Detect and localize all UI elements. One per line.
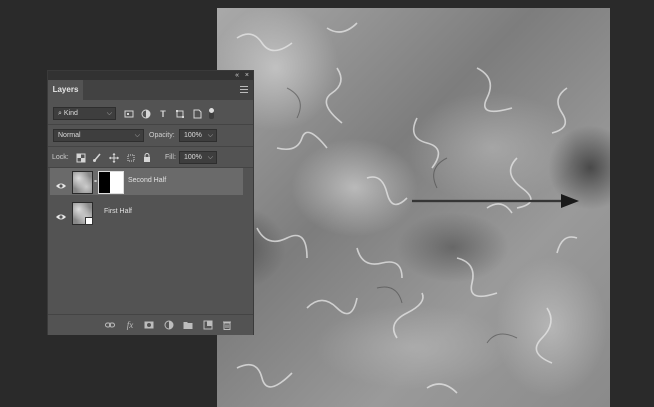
fx-icon[interactable]: fx	[125, 320, 135, 330]
layer-row-second-half[interactable]: ⚭ Second Half	[50, 168, 243, 195]
opacity-label: Opacity:	[149, 132, 175, 139]
blend-mode-dropdown[interactable]: Normal ⌵	[53, 129, 144, 142]
opacity-input[interactable]: 100% ⌵	[179, 129, 217, 142]
layer-thumbnail	[72, 202, 93, 225]
document-canvas[interactable]	[217, 8, 610, 407]
lock-move-icon[interactable]	[109, 153, 119, 163]
smart-object-badge-icon	[85, 217, 93, 225]
fill-label: Fill:	[165, 154, 176, 161]
folder-icon[interactable]	[183, 320, 193, 330]
layer-mask-thumbnail[interactable]	[98, 171, 124, 194]
blend-row: Normal ⌵ Opacity: 100% ⌵	[48, 126, 253, 146]
chevron-down-icon[interactable]: ⌵	[208, 130, 213, 141]
trash-icon[interactable]	[222, 320, 232, 330]
visibility-eye-icon[interactable]	[56, 177, 66, 189]
chevron-down-icon: ⌵	[134, 132, 140, 139]
layer-thumbnail	[72, 171, 93, 194]
filter-adjustment-icon[interactable]	[141, 109, 151, 119]
layer-name[interactable]: Second Half	[128, 176, 166, 186]
adjustment-icon[interactable]	[164, 320, 174, 330]
filter-shape-icon[interactable]	[175, 109, 185, 119]
filter-toggle[interactable]	[209, 108, 214, 119]
filter-pixel-icon[interactable]	[124, 109, 134, 119]
filter-type-icon[interactable]: T	[158, 109, 168, 119]
collapse-icon[interactable]: «	[235, 71, 239, 80]
panel-footer: fx	[48, 314, 253, 335]
panel-title-strip: « ×	[48, 71, 253, 80]
lock-brush-icon[interactable]	[92, 153, 102, 163]
add-mask-icon[interactable]	[144, 320, 154, 330]
filter-kind-dropdown[interactable]: ⌕ Kind ⌵	[53, 107, 116, 120]
opacity-value: 100%	[184, 132, 202, 139]
lock-all-icon[interactable]	[142, 153, 152, 163]
layer-name[interactable]: First Half	[104, 207, 132, 217]
filter-smart-object-icon[interactable]	[192, 109, 202, 119]
divider	[48, 124, 253, 125]
chevron-down-icon: ⌵	[106, 110, 112, 117]
blend-mode-value: Normal	[58, 132, 81, 139]
fill-value: 100%	[184, 154, 202, 161]
lock-row: Lock: Fill: 100% ⌵	[48, 148, 253, 168]
direction-arrow	[412, 194, 579, 208]
layer-row-first-half[interactable]: First Half	[50, 199, 243, 226]
chevron-down-icon[interactable]: ⌵	[208, 152, 213, 163]
panel-menu-icon[interactable]	[240, 86, 248, 93]
filter-kind-label: Kind	[63, 110, 78, 117]
visibility-eye-icon[interactable]	[56, 208, 66, 220]
lock-transparent-icon[interactable]	[76, 153, 86, 163]
lock-artboard-icon[interactable]	[126, 153, 136, 163]
panel-tab-bar: Layers	[48, 80, 253, 100]
fill-input[interactable]: 100% ⌵	[179, 151, 217, 164]
divider	[48, 146, 253, 147]
tab-layers[interactable]: Layers	[48, 80, 83, 100]
link-icon[interactable]	[105, 320, 115, 330]
close-icon[interactable]: ×	[245, 71, 249, 80]
layers-panel: « × Layers ⌕ Kind ⌵ T Normal ⌵ Opacity: …	[47, 70, 254, 335]
new-layer-icon[interactable]	[203, 320, 213, 330]
search-icon: ⌕	[58, 110, 62, 117]
lock-label: Lock:	[52, 154, 69, 161]
canvas-texture	[236, 22, 579, 394]
filter-row: ⌕ Kind ⌵ T	[48, 105, 253, 125]
